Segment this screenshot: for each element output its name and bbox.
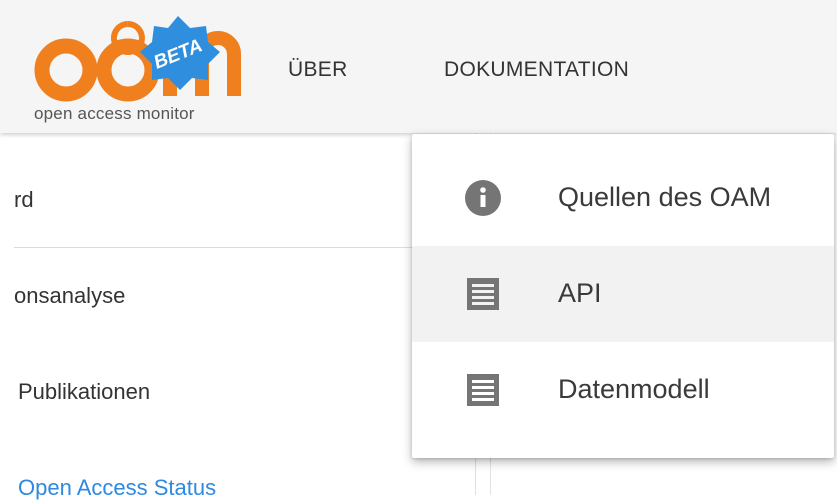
menu-item-datenmodell[interactable]: Datenmodell [412, 342, 834, 438]
nav-ueber[interactable]: ÜBER [288, 58, 348, 82]
sidebar-item-open-access-status[interactable]: Open Access Status [18, 475, 216, 501]
menu-item-api[interactable]: API [412, 246, 834, 342]
menu-item-label: API [558, 278, 602, 308]
app-header: BETA open access monitor ÜBER DOKUMENTAT… [0, 0, 837, 133]
logo-subtitle: open access monitor [34, 104, 195, 123]
menu-item-quellen[interactable]: Quellen des OAM [412, 150, 834, 246]
menu-item-label: Datenmodell [558, 374, 710, 404]
sidebar: rd onsanalyse Publikationen Open Access … [0, 133, 476, 500]
info-icon [465, 180, 501, 216]
sidebar-item-analyse[interactable]: onsanalyse [14, 283, 125, 309]
beta-badge: BETA [140, 16, 220, 90]
oam-logo-graphic: BETA [34, 16, 241, 102]
menu-item-label: Quellen des OAM [558, 182, 772, 212]
document-icon [467, 278, 499, 310]
sidebar-item-dashboard[interactable]: rd [14, 187, 34, 213]
document-icon [467, 374, 499, 406]
sidebar-divider [14, 247, 475, 248]
nav-dokumentation[interactable]: DOKUMENTATION [444, 58, 629, 82]
sidebar-item-publikationen[interactable]: Publikationen [18, 379, 150, 405]
dokumentation-dropdown-menu: Quellen des OAM API Datenmodell [412, 134, 834, 458]
